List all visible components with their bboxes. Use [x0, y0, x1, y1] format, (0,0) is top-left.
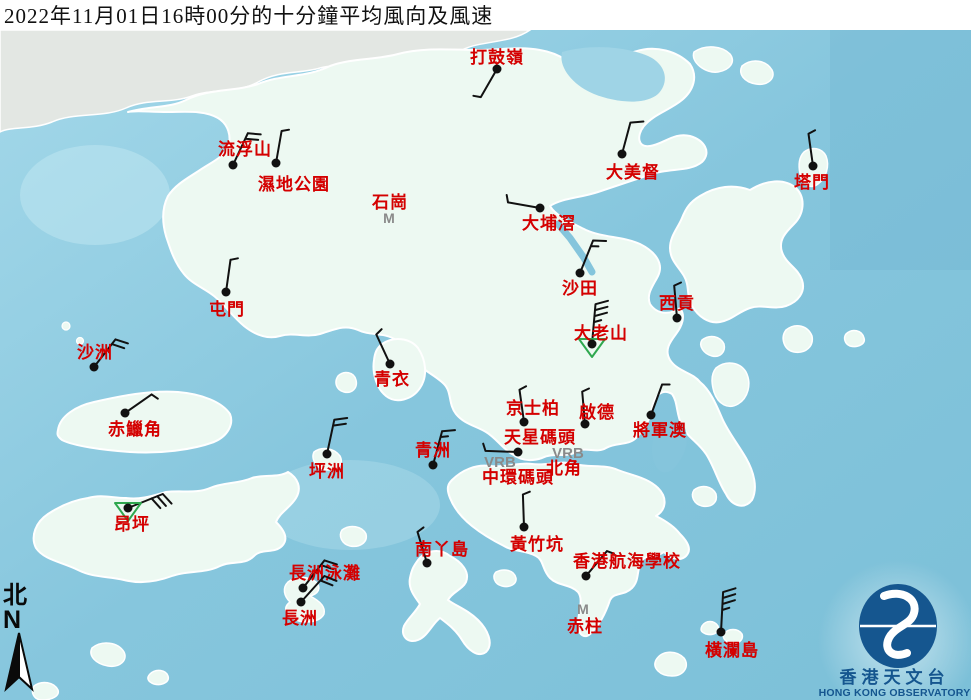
north-arrow-icon [2, 632, 36, 696]
station-dot [90, 363, 99, 372]
station-dot [429, 461, 438, 470]
station-label: 赤鱲角 [108, 419, 162, 439]
station-label: 坪洲 [309, 462, 345, 481]
station-dot [299, 584, 308, 593]
station-north-point: VRB北角 [546, 445, 584, 478]
po-toi-island [655, 652, 686, 676]
station-label: 大埔滘 [522, 213, 576, 233]
station-dot [520, 418, 529, 427]
hko-logo-icon [818, 578, 971, 668]
station-label: 京士柏 [506, 398, 560, 418]
station-label: 沙洲 [77, 343, 113, 362]
hei-ling-chau-island [340, 527, 366, 547]
station-label: 青衣 [374, 369, 410, 389]
station-label: 黃竹坑 [509, 534, 564, 554]
ap-lei-chau-island [494, 570, 516, 587]
station-dot [297, 598, 306, 607]
sea-shallow-deep-bay [20, 145, 170, 245]
station-label: 橫瀾島 [705, 640, 759, 660]
ma-wan-island [336, 373, 356, 393]
station-label: 中環碼頭 [482, 467, 554, 487]
station-dot [222, 288, 231, 297]
station-dot [673, 314, 682, 323]
station-label: 青洲 [415, 440, 451, 460]
station-label: 流浮山 [218, 139, 272, 159]
station-dot [386, 360, 395, 369]
brothers-islet-1 [62, 322, 70, 330]
station-dot [618, 150, 627, 159]
station-label: 濕地公園 [258, 174, 330, 194]
north-indicator: 北 N [1, 584, 41, 696]
station-label: 北角 [546, 458, 582, 478]
station-label: 赤柱 [567, 616, 603, 636]
wind-map-screen: 打鼓嶺流浮山濕地公園M石崗大美督塔門大埔滘沙田屯門西貢沙洲大老山青衣赤鱲角京士柏… [0, 0, 971, 700]
station-dot [124, 504, 133, 513]
station-dot [423, 559, 432, 568]
map-title: 2022年11月01日16時00分的十分鐘平均風向及風速 [0, 0, 493, 30]
sea-mirs-bay [830, 20, 971, 270]
station-label: 沙田 [562, 279, 598, 298]
station-status-text: M [383, 210, 395, 226]
station-label: 大美督 [606, 162, 660, 182]
map-title-bar: 2022年11月01日16時00分的十分鐘平均風向及風速 [0, 0, 971, 30]
north-label-en: N [1, 608, 41, 632]
station-label: 長洲泳灘 [289, 563, 361, 583]
station-label: 西貢 [659, 294, 695, 313]
hko-logo-name-zh: 香港天文台 [818, 669, 971, 687]
tung-lung-chau-island [692, 487, 716, 507]
station-dot [717, 628, 726, 637]
hko-logo: 香港天文台 HONG KONG OBSERVATORY [818, 578, 971, 700]
station-label: 將軍澳 [633, 420, 687, 440]
station-label: 打鼓嶺 [470, 47, 524, 67]
hko-logo-name-en: HONG KONG OBSERVATORY [818, 687, 971, 699]
station-label: 昂坪 [114, 515, 150, 534]
station-dot [272, 159, 281, 168]
station-dot [229, 161, 238, 170]
station-dot [582, 572, 591, 581]
ninepin-islands [845, 331, 865, 347]
station-label: 塔門 [794, 172, 830, 192]
soko-islet-2 [148, 670, 168, 684]
station-dot [323, 450, 332, 459]
station-dot [647, 411, 656, 420]
station-label: 南丫島 [415, 539, 469, 559]
kau-sai-chau-island [712, 363, 749, 406]
station-label: 啟德 [579, 402, 615, 422]
north-label-zh: 北 [1, 584, 41, 608]
station-status-text: M [577, 601, 589, 617]
station-label: 屯門 [209, 299, 245, 319]
station-dot [121, 409, 130, 418]
high-island [783, 326, 812, 353]
station-label: 長洲 [282, 609, 318, 628]
station-label: 石崗 [371, 193, 408, 212]
station-dot [536, 204, 545, 213]
station-label: 大老山 [574, 323, 628, 343]
station-dot [809, 162, 818, 171]
station-dot [576, 269, 585, 278]
waglan-islet [701, 622, 718, 635]
station-label: 香港航海學校 [573, 551, 681, 571]
station-dot [520, 523, 529, 532]
